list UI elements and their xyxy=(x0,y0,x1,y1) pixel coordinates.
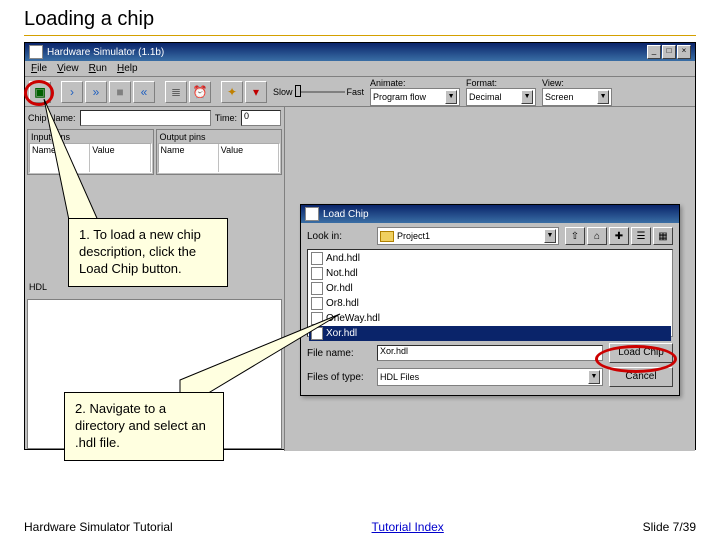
animate-combo[interactable]: Program flow▼ xyxy=(370,88,460,106)
tutorial-index-link[interactable]: Tutorial Index xyxy=(372,520,444,534)
list-item[interactable]: Or.hdl xyxy=(309,281,671,296)
slide-title: Loading a chip xyxy=(0,0,720,35)
close-button[interactable]: × xyxy=(677,45,691,59)
file-icon xyxy=(311,327,323,340)
menu-file[interactable]: File xyxy=(31,63,47,74)
list-item[interactable]: Not.hdl xyxy=(309,266,671,281)
list-item[interactable]: OneWay.hdl xyxy=(309,311,671,326)
animate-label: Animate: xyxy=(370,78,460,88)
footer-left: Hardware Simulator Tutorial xyxy=(24,520,173,534)
callout-text: 2. Navigate to a directory and select an… xyxy=(75,401,206,450)
menu-help[interactable]: Help xyxy=(117,63,138,74)
input-pins-label: Input pins xyxy=(29,131,152,143)
dialog-title: Load Chip xyxy=(323,209,369,220)
minimize-button[interactable]: _ xyxy=(647,45,661,59)
list-item[interactable]: And.hdl xyxy=(309,251,671,266)
chevron-down-icon: ▼ xyxy=(544,229,556,243)
dialog-titlebar: Load Chip xyxy=(301,205,679,223)
file-name: Xor.hdl xyxy=(326,328,357,339)
divider xyxy=(24,35,696,36)
view-value: Screen xyxy=(545,92,597,102)
file-icon xyxy=(311,312,323,325)
file-name: Or8.hdl xyxy=(326,298,359,309)
file-name: OneWay.hdl xyxy=(326,313,380,324)
toolbar: ▣ › » ■ « ≣ ⏰ ✦ ▾ Slow Fast Animate: Pro… xyxy=(25,77,695,107)
filename-input[interactable]: Xor.hdl xyxy=(377,345,603,361)
load-chip-button[interactable]: ▣ xyxy=(29,81,51,103)
app-icon xyxy=(29,45,43,59)
callout-2: 2. Navigate to a directory and select an… xyxy=(64,392,224,461)
speed-slider[interactable]: Slow Fast xyxy=(273,87,364,97)
file-list[interactable]: And.hdl Not.hdl Or.hdl Or8.hdl OneWay.hd… xyxy=(307,249,673,337)
detail-view-button[interactable]: ▦ xyxy=(653,227,673,245)
single-step-button[interactable]: › xyxy=(61,81,83,103)
slide-footer: Hardware Simulator Tutorial Tutorial Ind… xyxy=(0,520,720,534)
file-icon xyxy=(311,267,323,280)
list-item-selected[interactable]: Xor.hdl xyxy=(309,326,671,341)
file-icon xyxy=(311,252,323,265)
chevron-down-icon: ▼ xyxy=(588,370,600,384)
chevron-down-icon: ▼ xyxy=(521,90,533,104)
eval-button[interactable]: ✦ xyxy=(221,81,243,103)
fast-label: Fast xyxy=(347,87,365,97)
col-name: Name xyxy=(30,144,90,172)
maximize-button[interactable]: □ xyxy=(662,45,676,59)
view-label: View: xyxy=(542,78,612,88)
tick-button[interactable]: ▾ xyxy=(245,81,267,103)
menu-run[interactable]: Run xyxy=(89,63,107,74)
home-button[interactable]: ⌂ xyxy=(587,227,607,245)
callout-1: 1. To load a new chip description, click… xyxy=(68,218,228,287)
run-button[interactable]: » xyxy=(85,81,107,103)
load-chip-dialog: Load Chip Look in: Project1 ▼ ⇧ ⌂ ✚ ☰ ▦ … xyxy=(300,204,680,396)
format-combo[interactable]: Decimal▼ xyxy=(466,88,536,106)
lookin-value: Project1 xyxy=(397,231,544,241)
lookin-label: Look in: xyxy=(307,231,371,242)
rewind-button[interactable]: « xyxy=(133,81,155,103)
list-item[interactable]: Or8.hdl xyxy=(309,296,671,311)
file-name: And.hdl xyxy=(326,253,360,264)
breakpoint-button[interactable]: ⏰ xyxy=(189,81,211,103)
animate-value: Program flow xyxy=(373,92,445,102)
filetype-value: HDL Files xyxy=(380,372,588,382)
cancel-button[interactable]: Cancel xyxy=(609,367,673,387)
dialog-icon xyxy=(305,207,319,221)
window-title: Hardware Simulator (1.1b) xyxy=(47,47,164,58)
input-pins-table[interactable]: Name Value xyxy=(29,143,152,173)
col-name: Name xyxy=(159,144,219,172)
up-folder-button[interactable]: ⇧ xyxy=(565,227,585,245)
chevron-down-icon: ▼ xyxy=(445,90,457,104)
filename-label: File name: xyxy=(307,348,371,359)
callout-text: 1. To load a new chip description, click… xyxy=(79,227,201,276)
format-value: Decimal xyxy=(469,92,521,102)
file-name: Not.hdl xyxy=(326,268,358,279)
folder-icon xyxy=(380,231,394,242)
filetype-combo[interactable]: HDL Files▼ xyxy=(377,368,603,386)
lookin-combo[interactable]: Project1 ▼ xyxy=(377,227,559,245)
file-name: Or.hdl xyxy=(326,283,353,294)
menubar: File View Run Help xyxy=(25,61,695,77)
col-value: Value xyxy=(219,144,279,172)
view-combo[interactable]: Screen▼ xyxy=(542,88,612,106)
time-field: 0 xyxy=(241,110,281,126)
output-pins-table[interactable]: Name Value xyxy=(158,143,281,173)
slow-label: Slow xyxy=(273,87,293,97)
format-label: Format: xyxy=(466,78,536,88)
chip-name-label: Chip Name: xyxy=(28,113,76,123)
time-label: Time: xyxy=(215,113,237,123)
new-folder-button[interactable]: ✚ xyxy=(609,227,629,245)
file-icon xyxy=(311,282,323,295)
list-view-button[interactable]: ☰ xyxy=(631,227,651,245)
col-value: Value xyxy=(90,144,150,172)
menu-view[interactable]: View xyxy=(57,63,79,74)
stop-button[interactable]: ■ xyxy=(109,81,131,103)
window-titlebar: Hardware Simulator (1.1b) _ □ × xyxy=(25,43,695,61)
footer-right: Slide 7/39 xyxy=(643,520,696,534)
file-icon xyxy=(311,297,323,310)
chip-name-field[interactable] xyxy=(80,110,211,126)
chevron-down-icon: ▼ xyxy=(597,90,609,104)
filetype-label: Files of type: xyxy=(307,372,371,383)
output-pins-label: Output pins xyxy=(158,131,281,143)
script-button[interactable]: ≣ xyxy=(165,81,187,103)
load-chip-confirm-button[interactable]: Load Chip xyxy=(609,343,673,363)
